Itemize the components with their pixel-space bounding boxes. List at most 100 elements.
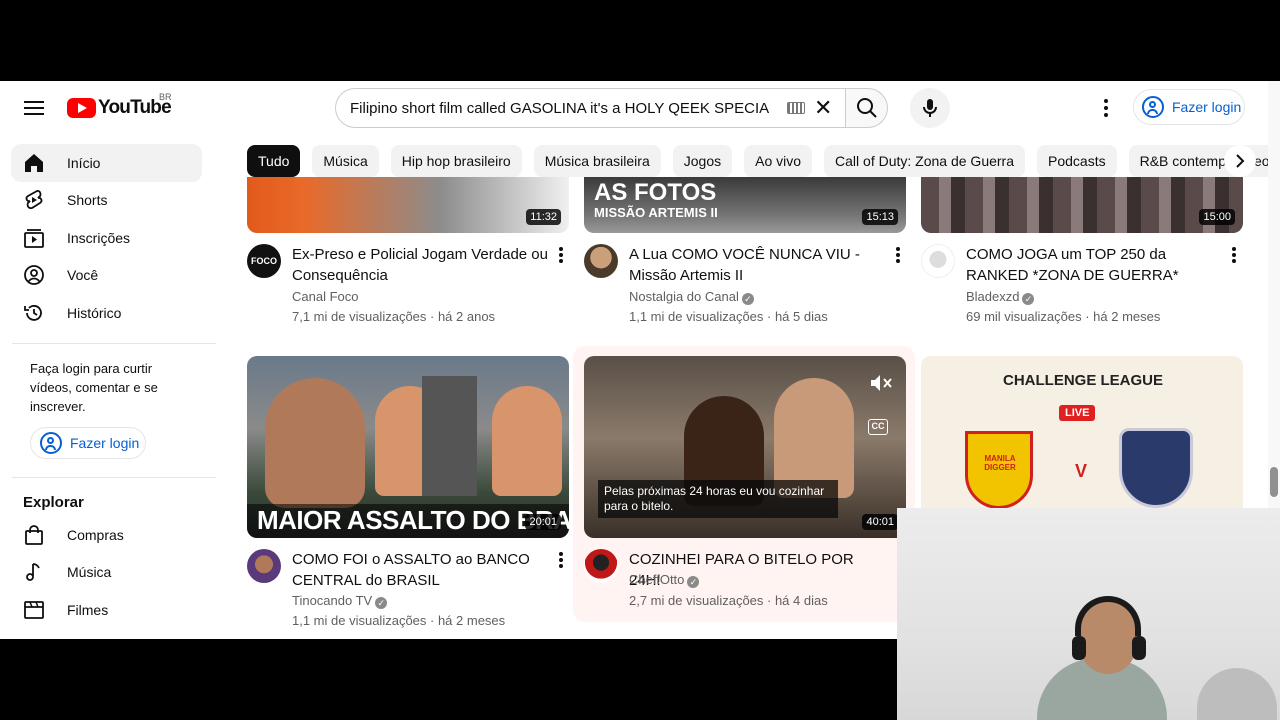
sidebar-item-label: Compras [67,527,124,543]
channel-name[interactable]: Canal Foco [292,288,358,306]
video-duration: 40:01 [862,514,898,530]
team-name: MANILA DIGGER [984,454,1016,472]
video-stats: 1,1 mi de visualizações · há 5 dias [629,309,828,324]
sidebar-item-shorts[interactable]: Shorts [11,181,202,219]
video-title[interactable]: COMO FOI o ASSALTO ao BANCO CENTRAL do B… [292,549,548,591]
webcam-overlay [897,508,1280,720]
team-crest-icon [1119,428,1193,508]
sidebar-item-history[interactable]: Histórico [11,294,202,332]
verified-icon: ✓ [1022,293,1035,305]
filter-chips: Tudo Música Hip hop brasileiro Música br… [247,145,1280,177]
settings-menu-icon[interactable] [1096,96,1116,120]
account-icon [40,432,62,454]
thumbnail-text: MAIOR ASSALTO DO BRASIL [257,505,569,535]
chip-tudo[interactable]: Tudo [247,145,301,177]
mute-icon[interactable] [869,373,895,393]
video-player-preview[interactable]: CC Pelas próximas 24 horas eu vou cozinh… [584,356,906,538]
search-icon [857,98,877,118]
sidebar-item-label: Histórico [67,305,122,321]
channel-name-text: Nostalgia do Canal [629,289,739,304]
chip-podcasts[interactable]: Podcasts [1037,145,1117,177]
channel-avatar[interactable] [921,244,955,278]
scrollbar-thumb[interactable] [1270,467,1278,497]
chair [1197,668,1277,720]
youtube-logo[interactable]: YouTube BR [67,92,172,119]
channel-name-text: Tinocando TV [292,593,373,608]
headset-earcup [1072,636,1086,660]
verified-icon: ✓ [741,293,754,305]
headset-earcup [1132,636,1146,660]
channel-avatar[interactable]: FOCO [247,244,281,278]
clear-search-icon[interactable]: ✕ [814,95,832,121]
chip-hip-hop-brasileiro[interactable]: Hip hop brasileiro [390,145,522,177]
masthead: YouTube BR Filipino short film called GA… [0,81,1280,135]
search-input[interactable]: Filipino short film called GASOLINA it's… [335,88,845,128]
captions-icon[interactable]: CC [868,419,888,435]
home-icon [23,152,45,174]
video-thumbnail[interactable]: 11:32 [247,177,569,233]
chip-musica-brasileira[interactable]: Música brasileira [533,145,661,177]
video-duration: 20:01 [525,514,561,530]
channel-name[interactable]: CheffOtto ✓ [629,571,700,589]
verified-icon: ✓ [687,576,700,588]
menu-icon[interactable] [22,97,46,119]
sidebar-divider [12,343,216,344]
shorts-icon [23,189,45,211]
country-code: BR [159,92,172,102]
sidebar-item-you[interactable]: Você [11,256,202,294]
sidebar-item-music[interactable]: Música [11,553,202,591]
thumbnail-subtext: MISSÃO ARTEMIS II [594,205,718,220]
voice-search-button[interactable] [910,88,950,128]
channel-name[interactable]: Bladexzd ✓ [966,288,1035,306]
account-icon [1142,96,1164,118]
video-thumbnail[interactable]: 15:00 [921,177,1243,233]
search-query[interactable]: Filipino short film called GASOLINA it's… [350,100,770,117]
sidebar-item-shopping[interactable]: Compras [11,516,202,554]
channel-name[interactable]: Nostalgia do Canal ✓ [629,288,754,306]
sign-in-label: Fazer login [70,435,140,451]
sidebar-sign-in-button[interactable]: Fazer login [30,427,146,459]
video-title[interactable]: Ex-Preso e Policial Jogam Verdade ou Con… [292,244,548,286]
channel-name-text: CheffOtto [629,572,685,587]
video-duration: 11:32 [526,209,561,225]
sidebar-item-label: Início [67,155,101,171]
video-menu-icon[interactable] [553,245,569,267]
keyboard-icon[interactable] [787,102,805,114]
video-menu-icon[interactable] [553,550,569,572]
video-title[interactable]: A Lua COMO VOCÊ NUNCA VIU - Missão Artem… [629,244,885,286]
channel-name[interactable]: Tinocando TV ✓ [292,592,388,610]
verified-icon: ✓ [375,597,388,609]
video-menu-icon[interactable] [890,245,906,267]
subtitle-caption: Pelas próximas 24 horas eu vou cozinhar … [598,480,838,518]
video-duration: 15:00 [1199,209,1235,225]
video-menu-icon[interactable] [1226,245,1242,267]
video-thumbnail[interactable]: AS FOTOS MISSÃO ARTEMIS II 15:13 [584,177,906,233]
subscriptions-icon [23,227,45,249]
chip-rnb[interactable]: R&B contemporâneo [1128,145,1280,177]
youtube-play-icon [67,98,96,118]
sidebar-item-home[interactable]: Início [11,144,202,182]
video-title[interactable]: COMO JOGA um TOP 250 da RANKED *ZONA DE … [966,244,1222,286]
chip-ao-vivo[interactable]: Ao vivo [744,145,813,177]
sidebar-item-films[interactable]: Filmes [11,591,202,629]
video-stats: 69 mil visualizações · há 2 meses [966,309,1161,324]
channel-avatar[interactable] [584,549,618,583]
channel-avatar[interactable] [584,244,618,278]
chips-next-button[interactable] [1224,145,1256,177]
video-thumbnail[interactable]: MAIOR ASSALTO DO BRASIL 20:01 [247,356,569,538]
chip-call-of-duty[interactable]: Call of Duty: Zona de Guerra [824,145,1026,177]
search-button[interactable] [845,88,888,128]
shopping-icon [23,524,45,546]
signin-prompt: Faça login para curtir vídeos, comentar … [30,361,158,414]
live-badge: LIVE [1059,405,1096,421]
sign-in-button[interactable]: Fazer login [1133,89,1245,125]
channel-avatar[interactable] [247,549,281,583]
video-stats: 2,7 mi de visualizações · há 4 dias [629,593,828,608]
chevron-right-icon [1236,154,1245,168]
video-stats: 1,1 mi de visualizações · há 2 meses [292,613,506,628]
chip-musica[interactable]: Música [312,145,379,177]
chip-jogos[interactable]: Jogos [672,145,733,177]
sidebar-divider [12,477,216,478]
sidebar-item-subscriptions[interactable]: Inscrições [11,219,202,257]
video-stats: 7,1 mi de visualizações · há 2 anos [292,309,496,324]
